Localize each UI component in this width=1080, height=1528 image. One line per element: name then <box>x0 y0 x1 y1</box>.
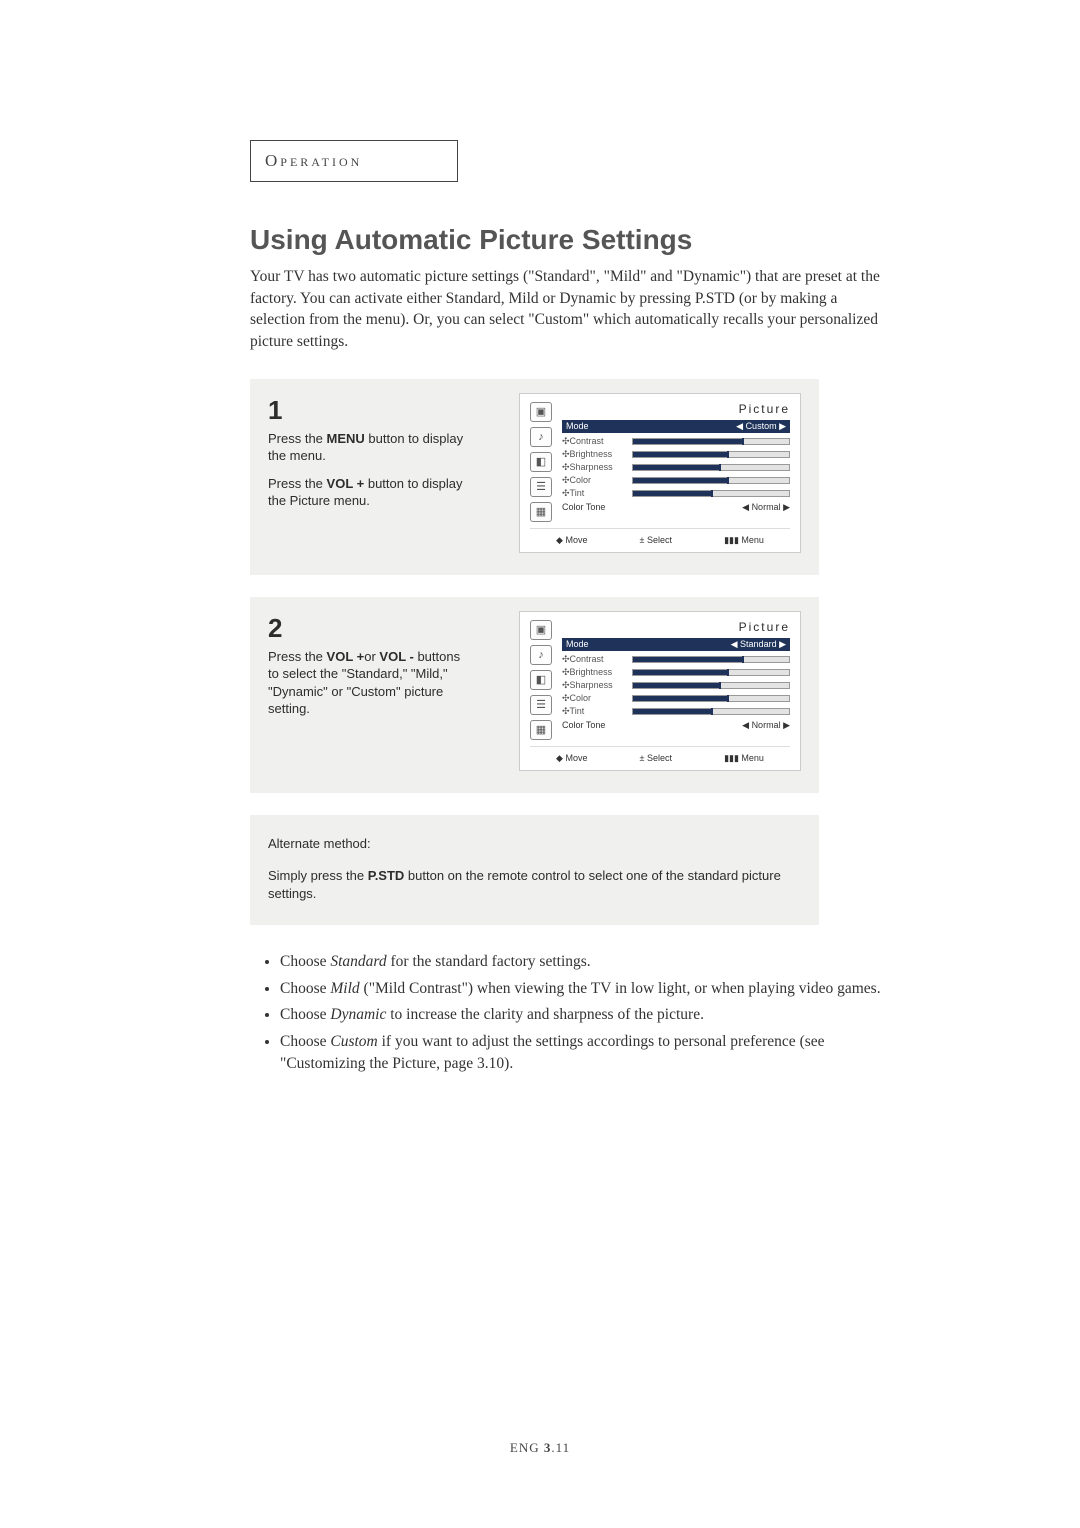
intro-paragraph: Your TV has two automatic picture settin… <box>250 266 890 353</box>
setup-tab-icon: ☰ <box>530 477 552 497</box>
page-title: Using Automatic Picture Settings <box>250 224 962 256</box>
step-number: 1 <box>268 393 466 428</box>
channel-tab-icon: ◧ <box>530 452 552 472</box>
picture-tab-icon: ▣ <box>530 620 552 640</box>
osd-screenshot: ▣ ♪ ◧ ☰ ▦ Picture Mode ◀ Custom ▶ ✣Contr… <box>519 393 801 553</box>
osd-screenshot: ▣ ♪ ◧ ☰ ▦ Picture Mode ◀ Standard ▶ ✣Con… <box>519 611 801 771</box>
function-tab-icon: ▦ <box>530 720 552 740</box>
list-item: Choose Dynamic to increase the clarity a… <box>280 1004 890 1026</box>
osd-footer: ◆ Move ± Select ▮▮▮ Menu <box>530 746 790 764</box>
osd-mode-row: Mode ◀ Standard ▶ <box>562 638 790 651</box>
osd-sidebar-icons: ▣ ♪ ◧ ☰ ▦ <box>530 620 552 740</box>
list-item: Choose Mild ("Mild Contrast") when viewi… <box>280 978 890 1000</box>
step-text: Press the VOL + button to display the Pi… <box>268 475 466 510</box>
alternate-method-block: Alternate method: Simply press the P.STD… <box>250 815 819 926</box>
setup-tab-icon: ☰ <box>530 695 552 715</box>
page-number: ENG 3.11 <box>0 1440 1080 1456</box>
osd-title: Picture <box>562 620 790 634</box>
step-text: Press the MENU button to display the men… <box>268 430 466 465</box>
picture-tab-icon: ▣ <box>530 402 552 422</box>
osd-color-tone: Color Tone ◀ Normal ▶ <box>562 718 790 731</box>
section-label: Operation <box>265 151 362 170</box>
channel-tab-icon: ◧ <box>530 670 552 690</box>
alternate-heading: Alternate method: <box>268 835 801 853</box>
osd-sidebar-icons: ▣ ♪ ◧ ☰ ▦ <box>530 402 552 522</box>
sound-tab-icon: ♪ <box>530 427 552 447</box>
step-text: Press the VOL +or VOL - buttons to selec… <box>268 648 466 718</box>
function-tab-icon: ▦ <box>530 502 552 522</box>
osd-color-tone: Color Tone ◀ Normal ▶ <box>562 500 790 513</box>
list-item: Choose Standard for the standard factory… <box>280 951 890 973</box>
osd-footer: ◆ Move ± Select ▮▮▮ Menu <box>530 528 790 546</box>
section-label-box: Operation <box>250 140 458 182</box>
osd-title: Picture <box>562 402 790 416</box>
alternate-text: Simply press the P.STD button on the rem… <box>268 867 801 903</box>
step-number: 2 <box>268 611 466 646</box>
osd-mode-row: Mode ◀ Custom ▶ <box>562 420 790 433</box>
sound-tab-icon: ♪ <box>530 645 552 665</box>
step-1-block: 1 Press the MENU button to display the m… <box>250 379 819 575</box>
step-2-block: 2 Press the VOL +or VOL - buttons to sel… <box>250 597 819 793</box>
bullet-list: Choose Standard for the standard factory… <box>250 951 890 1075</box>
list-item: Choose Custom if you want to adjust the … <box>280 1031 890 1076</box>
